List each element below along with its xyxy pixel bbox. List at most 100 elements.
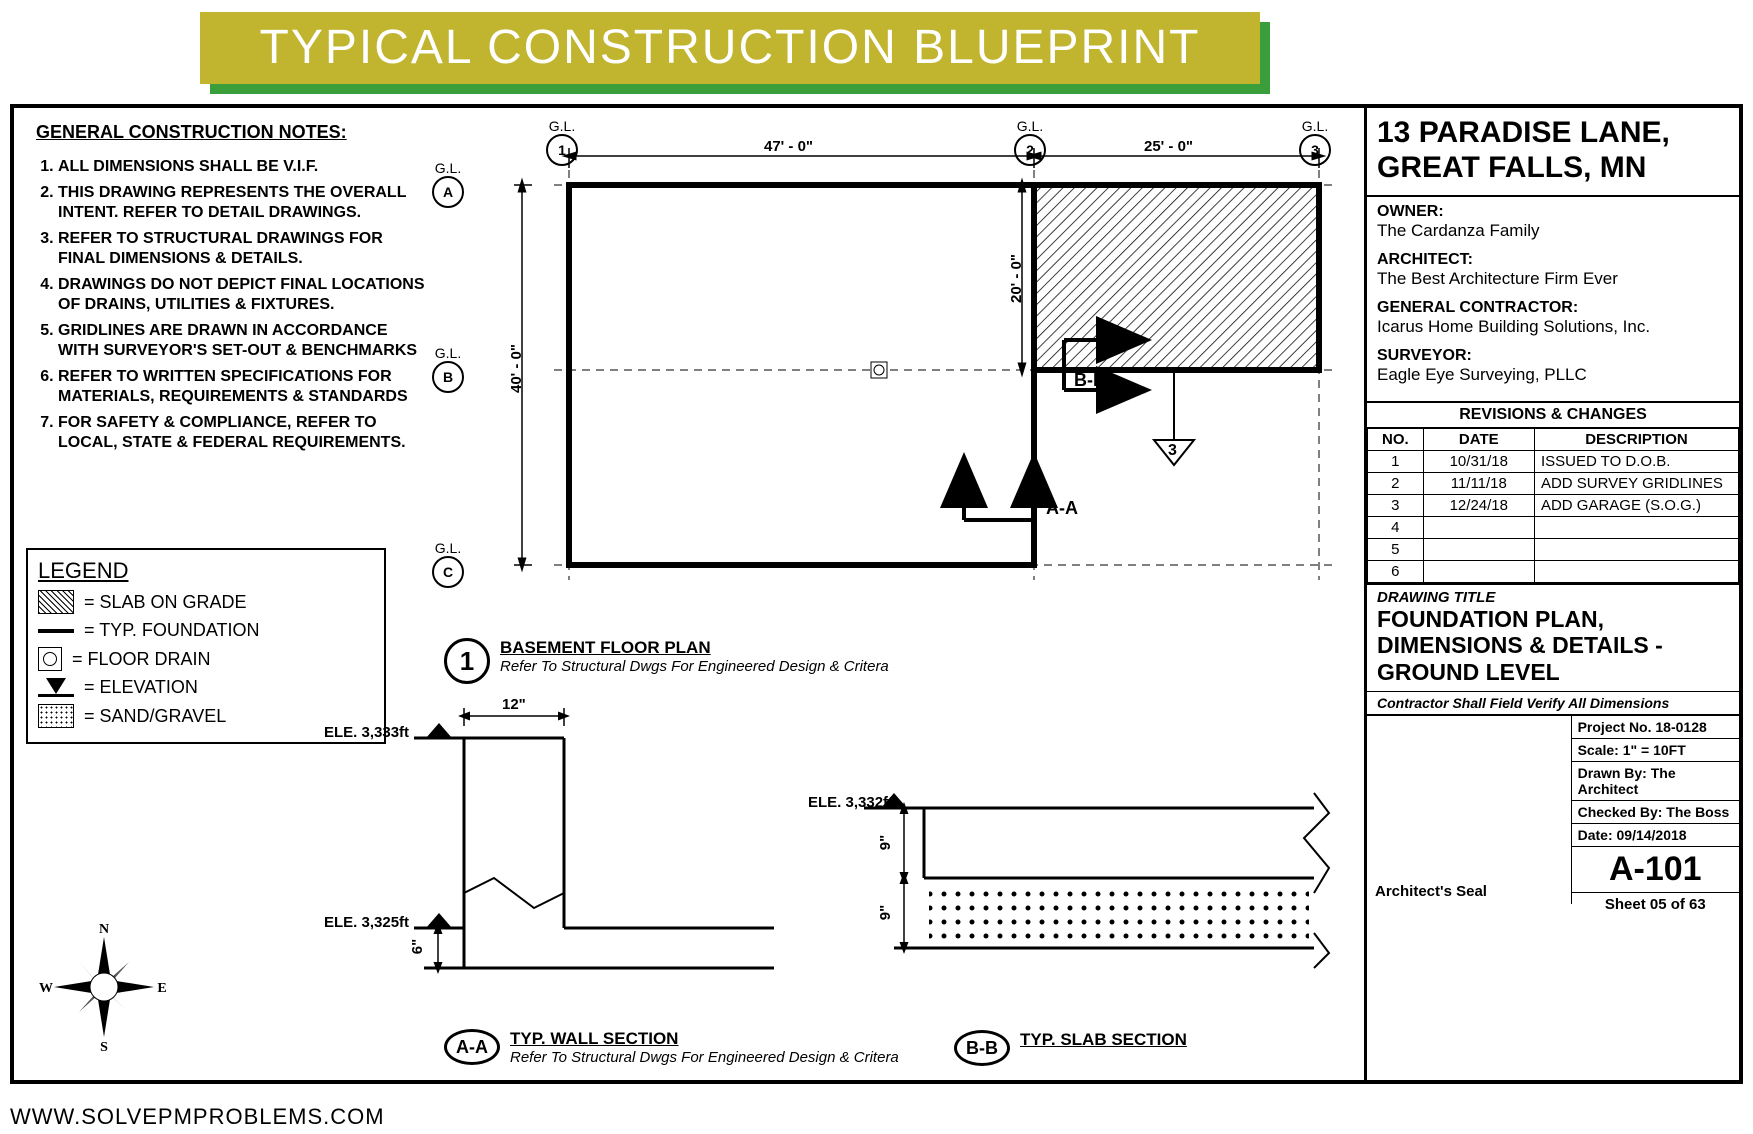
section-label-aa: A-A [444, 1029, 500, 1065]
gc-label: GENERAL CONTRACTOR: [1377, 299, 1729, 317]
section-aa-label: A-A [1046, 498, 1078, 519]
footer-url: WWW.SOLVEPMPROBLEMS.COM [10, 1104, 385, 1130]
svg-text:N: N [99, 922, 109, 937]
note-item: FOR SAFETY & COMPLIANCE, REFER TO LOCAL,… [58, 413, 426, 453]
dim-height-2: 40' - 0" [508, 344, 525, 393]
slab-section-callout: B-B TYP. SLAB SECTION [954, 1030, 1187, 1066]
dim-width-1: 47' - 0" [764, 138, 813, 155]
legend-box: LEGEND = SLAB ON GRADE = TYP. FOUNDATION… [26, 548, 386, 744]
note-item: GRIDLINES ARE DRAWN IN ACCORDANCE WITH S… [58, 321, 426, 361]
owner-value: The Cardanza Family [1377, 221, 1729, 241]
note-item: REFER TO STRUCTURAL DRAWINGS FOR FINAL D… [58, 229, 426, 269]
notes-title: GENERAL CONSTRUCTION NOTES: [36, 122, 426, 143]
rev-row: 6 [1368, 561, 1739, 583]
slab-dim-bot: 9" [877, 905, 894, 920]
legend-label: = FLOOR DRAIN [72, 649, 211, 670]
drawing-frame: GENERAL CONSTRUCTION NOTES: ALL DIMENSIO… [10, 104, 1743, 1084]
compass-rose: N S W E [34, 917, 174, 1060]
legend-row-elevation: = ELEVATION [38, 677, 374, 698]
dim-height-1: 20' - 0" [1008, 254, 1025, 303]
architect-seal-box: Architect's Seal [1367, 716, 1572, 904]
legend-swatch-sand [38, 704, 74, 728]
legend-swatch-hatched [38, 590, 74, 614]
legend-label: = SLAB ON GRADE [84, 592, 247, 613]
floor-plan: G.L.1 G.L.2 G.L.3 G.L.A G.L.B G.L.C 47' … [474, 120, 1344, 620]
legend-swatch-drain [38, 647, 62, 671]
owner-label: OWNER: [1377, 203, 1729, 221]
project-info: Project No. 18-0128 Scale: 1" = 10FT Dra… [1572, 716, 1739, 904]
revisions-table: NO. DATE DESCRIPTION 110/31/18ISSUED TO … [1367, 428, 1739, 583]
legend-label: = SAND/GRAVEL [84, 706, 226, 727]
title-block-bottom: Architect's Seal Project No. 18-0128 Sca… [1367, 714, 1739, 904]
slab-section-title: TYP. SLAB SECTION [1020, 1030, 1187, 1050]
gridline-a: G.L.A [432, 160, 464, 208]
note-item: REFER TO WRITTEN SPECIFICATIONS FOR MATE… [58, 367, 426, 407]
architect-label: ARCHITECT: [1377, 251, 1729, 269]
svg-text:S: S [100, 1040, 108, 1055]
rev-row: 312/24/18ADD GARAGE (S.O.G.) [1368, 495, 1739, 517]
gridline-3: G.L.3 [1299, 118, 1331, 166]
elev-bot: ELE. 3,325ft [324, 914, 409, 931]
note-item: DRAWINGS DO NOT DEPICT FINAL LOCATIONS O… [58, 275, 426, 315]
architect-value: The Best Architecture Firm Ever [1377, 269, 1729, 289]
wall-section-sub: Refer To Structural Dwgs For Engineered … [510, 1049, 899, 1066]
drawing-title-block: DRAWING TITLE FOUNDATION PLAN, DIMENSION… [1367, 583, 1739, 691]
rev-row: 5 [1368, 539, 1739, 561]
project-address: 13 PARADISE LANE, GREAT FALLS, MN [1367, 108, 1739, 197]
gridline-1: G.L.1 [546, 118, 578, 166]
note-item: THIS DRAWING REPRESENTS THE OVERALL INTE… [58, 183, 426, 223]
legend-label: = TYP. FOUNDATION [84, 620, 260, 641]
surveyor-label: SURVEYOR: [1377, 347, 1729, 365]
legend-title: LEGEND [38, 558, 374, 584]
date: Date: 09/14/2018 [1578, 827, 1687, 843]
sheet-number: A-101 [1572, 847, 1739, 892]
dim-width-2: 25' - 0" [1144, 138, 1193, 155]
detail-ref: 3 [1168, 442, 1177, 460]
gridline-b: G.L.B [432, 345, 464, 393]
checked-by: Checked By: The Boss [1578, 804, 1730, 820]
detail-sections: ELE. 3,333ft ELE. 3,325ft 12" 6" ELE. 3,… [394, 638, 1344, 1078]
gc-value: Icarus Home Building Solutions, Inc. [1377, 317, 1729, 337]
drawing-title-label: DRAWING TITLE [1377, 589, 1729, 606]
legend-row-slab: = SLAB ON GRADE [38, 590, 374, 614]
wall-section-callout: A-A TYP. WALL SECTION Refer To Structura… [444, 1029, 899, 1066]
slab-dim-top: 9" [877, 835, 894, 850]
revisions-block: REVISIONS & CHANGES NO. DATE DESCRIPTION… [1367, 401, 1739, 583]
notes-list: ALL DIMENSIONS SHALL BE V.I.F. THIS DRAW… [58, 157, 426, 453]
wall-dim-w: 12" [502, 696, 526, 713]
rev-header-no: NO. [1368, 429, 1424, 451]
legend-swatch-elevation [38, 678, 74, 697]
verify-note: Contractor Shall Field Verify All Dimens… [1367, 691, 1739, 714]
scale: Scale: 1" = 10FT [1578, 742, 1686, 758]
legend-label: = ELEVATION [84, 677, 198, 698]
revisions-title: REVISIONS & CHANGES [1367, 403, 1739, 428]
seal-label: Architect's Seal [1375, 883, 1487, 900]
svg-text:E: E [157, 981, 166, 996]
drawn-by: Drawn By: The Architect [1578, 765, 1676, 797]
general-notes: GENERAL CONSTRUCTION NOTES: ALL DIMENSIO… [26, 122, 426, 459]
floor-drain-icon [871, 362, 887, 378]
section-bb-label: B-B [1074, 370, 1106, 391]
elev-top: ELE. 3,333ft [324, 724, 409, 741]
sheet-of: Sheet 05 of 63 [1572, 892, 1739, 916]
legend-row-foundation: = TYP. FOUNDATION [38, 620, 374, 641]
legend-row-drain: = FLOOR DRAIN [38, 647, 374, 671]
rev-header-desc: DESCRIPTION [1534, 429, 1738, 451]
rev-row: 4 [1368, 517, 1739, 539]
project-no: Project No. 18-0128 [1578, 719, 1707, 735]
banner-title: TYPICAL CONSTRUCTION BLUEPRINT [200, 12, 1260, 84]
rev-row: 110/31/18ISSUED TO D.O.B. [1368, 451, 1739, 473]
rev-header-date: DATE [1423, 429, 1534, 451]
surveyor-value: Eagle Eye Surveying, PLLC [1377, 365, 1729, 385]
wall-dim-h: 6" [409, 939, 426, 954]
wall-section-title: TYP. WALL SECTION [510, 1029, 899, 1049]
gridline-c: G.L.C [432, 540, 464, 588]
legend-swatch-line [38, 629, 74, 633]
svg-text:W: W [39, 981, 53, 996]
title-block: 13 PARADISE LANE, GREAT FALLS, MN OWNER:… [1364, 108, 1739, 1080]
section-label-bb: B-B [954, 1030, 1010, 1066]
rev-row: 211/11/18ADD SURVEY GRIDLINES [1368, 473, 1739, 495]
gridline-2: G.L.2 [1014, 118, 1046, 166]
note-item: ALL DIMENSIONS SHALL BE V.I.F. [58, 157, 426, 177]
drawing-title: FOUNDATION PLAN, DIMENSIONS & DETAILS - … [1377, 606, 1729, 685]
